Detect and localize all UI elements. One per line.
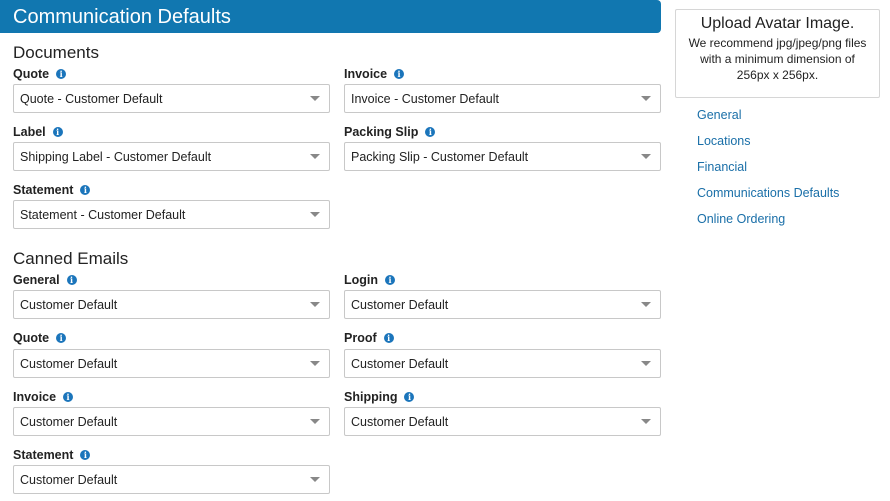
chevron-down-icon [310,154,320,159]
chevron-down-icon [641,96,651,101]
sidebar-link-general[interactable]: General [697,108,741,122]
info-icon[interactable]: i [385,275,396,285]
chevron-down-icon [310,419,320,424]
sidebar-link-financial[interactable]: Financial [697,160,747,174]
info-icon[interactable]: i [63,392,74,402]
shipping-email-label: Shipping i [344,389,415,405]
info-icon[interactable]: i [56,69,67,79]
info-icon[interactable]: i [80,450,91,460]
chevron-down-icon [310,212,320,217]
login-email-label: Login i [344,272,396,288]
label-document-label: Label i [13,124,63,140]
invoice-document-label: Invoice i [344,66,405,82]
label-document-select[interactable]: Shipping Label - Customer Default [13,142,330,171]
info-icon[interactable]: i [66,275,77,285]
quote-email-select[interactable]: Customer Default [13,349,330,378]
chevron-down-icon [310,302,320,307]
sidebar-link-online-ordering[interactable]: Online Ordering [697,212,785,226]
proof-email-label: Proof i [344,330,394,346]
statement-document-select[interactable]: Statement - Customer Default [13,200,330,229]
invoice-document-select[interactable]: Invoice - Customer Default [344,84,661,113]
upload-avatar-title: Upload Avatar Image. [700,15,855,32]
info-icon[interactable]: i [425,127,436,137]
chevron-down-icon [641,361,651,366]
page-title: Communication Defaults [13,6,231,28]
documents-section-title: Documents [13,43,99,62]
invoice-email-select[interactable]: Customer Default [13,407,330,436]
quote-document-label: Quote i [13,66,67,82]
quote-email-label: Quote i [13,330,67,346]
chevron-down-icon [641,419,651,424]
chevron-down-icon [641,302,651,307]
statement-email-label: Statement i [13,447,91,463]
info-icon[interactable]: i [383,333,394,343]
info-icon[interactable]: i [80,185,91,195]
chevron-down-icon [310,96,320,101]
info-icon[interactable]: i [56,333,67,343]
chevron-down-icon [310,361,320,366]
header-bar: Communication Defaults [0,0,661,33]
general-email-label: General i [13,272,77,288]
packing-slip-document-select[interactable]: Packing Slip - Customer Default [344,142,661,171]
packing-slip-document-label: Packing Slip i [344,124,436,140]
info-icon[interactable]: i [394,69,405,79]
login-email-select[interactable]: Customer Default [344,290,661,319]
upload-avatar-hint: We recommend jpg/jpeg/png files with a m… [688,36,867,82]
general-email-select[interactable]: Customer Default [13,290,330,319]
statement-document-label: Statement i [13,182,91,198]
statement-email-select[interactable]: Customer Default [13,465,330,494]
invoice-email-label: Invoice i [13,389,74,405]
quote-document-select[interactable]: Quote - Customer Default [13,84,330,113]
chevron-down-icon [310,477,320,482]
proof-email-select[interactable]: Customer Default [344,349,661,378]
info-icon[interactable]: i [404,392,415,402]
sidebar-link-locations[interactable]: Locations [697,134,751,148]
sidebar-link-communications-defaults[interactable]: Communications Defaults [697,186,839,200]
canned-emails-section-title: Canned Emails [13,249,129,268]
info-icon[interactable]: i [52,127,63,137]
chevron-down-icon [641,154,651,159]
upload-avatar-box[interactable]: Upload Avatar Image. We recommend jpg/jp… [675,9,880,98]
shipping-email-select[interactable]: Customer Default [344,407,661,436]
